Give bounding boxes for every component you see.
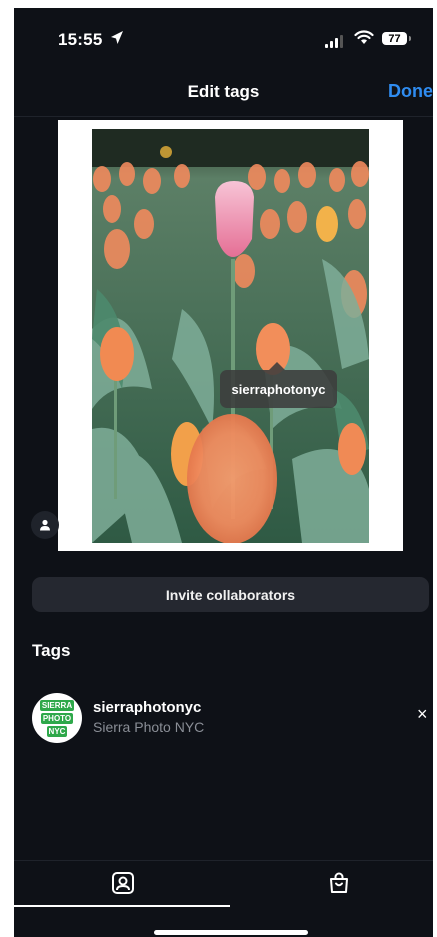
person-tag-icon — [112, 872, 134, 894]
battery-icon: 77 — [382, 32, 407, 45]
shopping-bag-icon — [330, 872, 348, 893]
tab-tag-people[interactable] — [108, 868, 138, 898]
status-time: 15:55 — [58, 30, 103, 49]
tags-heading: Tags — [32, 641, 71, 660]
avatar-text-line: SIERRA — [39, 699, 75, 711]
avatar-text-line: PHOTO — [40, 712, 74, 724]
edit-tags-screen: 15:55 77 Edit tags Done sierraphotonyc I… — [14, 8, 433, 937]
header-divider — [14, 116, 433, 117]
home-indicator — [154, 930, 308, 935]
avatar: SIERRA PHOTO NYC — [32, 693, 82, 743]
location-arrow-icon — [111, 31, 123, 44]
tag-full-name: Sierra Photo NYC — [93, 719, 205, 735]
page-title: Edit tags — [187, 82, 260, 101]
photo-tag-label[interactable]: sierraphotonyc — [220, 370, 337, 408]
tulip-field-image — [92, 129, 369, 543]
person-icon — [40, 519, 50, 531]
battery-cap — [409, 36, 411, 41]
show-tags-button[interactable] — [31, 511, 59, 539]
active-tab-indicator — [14, 905, 230, 907]
signal-icon — [325, 35, 343, 48]
wifi-icon — [354, 30, 374, 44]
avatar-text-line: NYC — [46, 725, 68, 737]
tag-bubble-pointer — [269, 362, 285, 370]
tag-username: sierraphotonyc — [93, 699, 202, 716]
done-button[interactable]: Done — [388, 81, 433, 102]
tabs-divider — [14, 860, 433, 861]
remove-tag-button[interactable]: × — [417, 704, 428, 725]
photo-frame — [58, 120, 403, 551]
tagged-photo[interactable] — [92, 129, 369, 543]
tag-list-item[interactable]: SIERRA PHOTO NYC sierraphotonyc Sierra P… — [32, 693, 433, 745]
invite-collaborators-button[interactable]: Invite collaborators — [32, 577, 429, 612]
tab-tag-products[interactable] — [324, 868, 354, 898]
